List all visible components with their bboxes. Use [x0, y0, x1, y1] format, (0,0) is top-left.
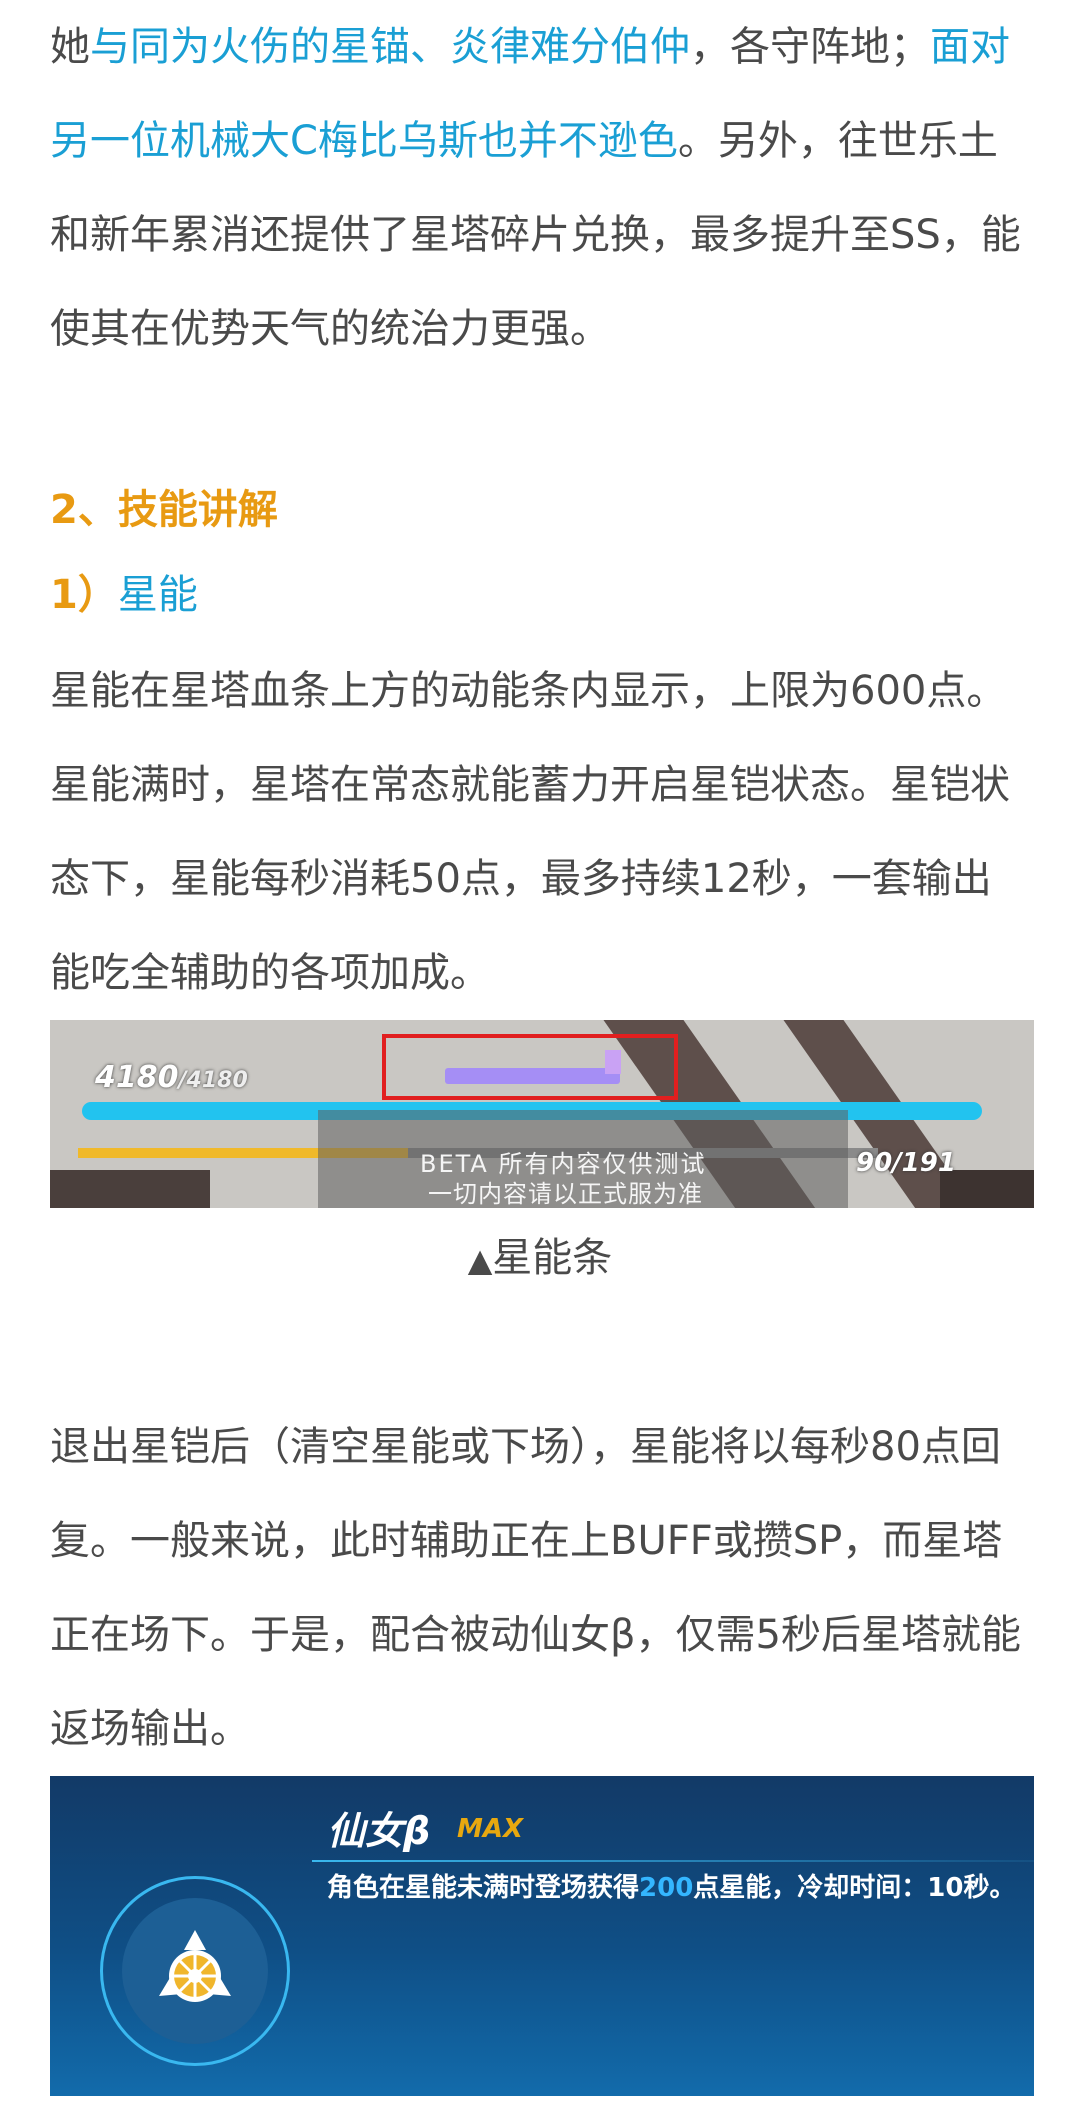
- bg-stripe: [50, 1170, 210, 1208]
- image-caption: ▲星能条: [0, 1228, 1080, 1290]
- article-page: 她与同为火伤的星锚、炎律难分伯仲，各守阵地；面对另一位机械大C梅比乌斯也并不逊色…: [0, 0, 1080, 2112]
- skill-title: 仙女β: [327, 1809, 431, 1853]
- intro-paragraph: 她与同为火伤的星锚、炎律难分伯仲，各守阵地；面对另一位机械大C梅比乌斯也并不逊色…: [50, 0, 1030, 376]
- skill-desc-before: 角色在星能未满时登场获得: [327, 1873, 640, 1903]
- intro-link-star-anchor[interactable]: 与同为火伤的星锚、炎律难分伯仲: [90, 24, 690, 70]
- skill-desc-number: 200: [639, 1873, 694, 1903]
- caption-triangle-icon: ▲: [467, 1241, 493, 1279]
- intro-lead: 她: [50, 24, 90, 70]
- section-title: 2、技能讲解: [50, 487, 278, 533]
- hp-readout: 4180/4180: [95, 1060, 248, 1095]
- subsection-title: 1）星能: [50, 565, 198, 625]
- skill-max-badge: MAX: [457, 1814, 524, 1844]
- intro-text: ，各守阵地；: [690, 24, 930, 70]
- skill-card-screenshot: 仙女β MAX 角色在星能未满时登场获得200点星能，冷却时间：10秒。: [50, 1776, 1034, 2096]
- wheel-gear-icon: [159, 1930, 231, 2002]
- sp-readout: 90/191: [856, 1148, 956, 1178]
- beta-notice-line2: 一切内容请以正式服为准: [428, 1180, 703, 1208]
- hp-current: 4180: [95, 1060, 179, 1095]
- skill-description: 角色在星能未满时登场获得200点星能，冷却时间：10秒。: [327, 1868, 1017, 1908]
- star-energy-screenshot: 4180/4180 BETA 所有内容仅供测试 一切内容请以正式服为准 90/1…: [50, 1020, 1034, 1208]
- recover-paragraph: 退出星铠后（清空星能或下场），星能将以每秒80点回复。一般来说，此时辅助正在上B…: [50, 1424, 1021, 1752]
- caption-text: 星能条: [492, 1235, 613, 1281]
- energy-paragraph: 星能在星塔血条上方的动能条内显示，上限为600点。星能满时，星塔在常态就能蓄力开…: [50, 668, 1010, 996]
- skill-desc-after: 点星能，冷却时间：10秒。: [693, 1873, 1016, 1903]
- skill-divider: [312, 1860, 1034, 1862]
- subsection-number: 1）: [50, 572, 118, 618]
- subsection-label: 星能: [117, 572, 198, 618]
- highlight-box: [382, 1034, 678, 1100]
- hp-max: /4180: [178, 1068, 248, 1093]
